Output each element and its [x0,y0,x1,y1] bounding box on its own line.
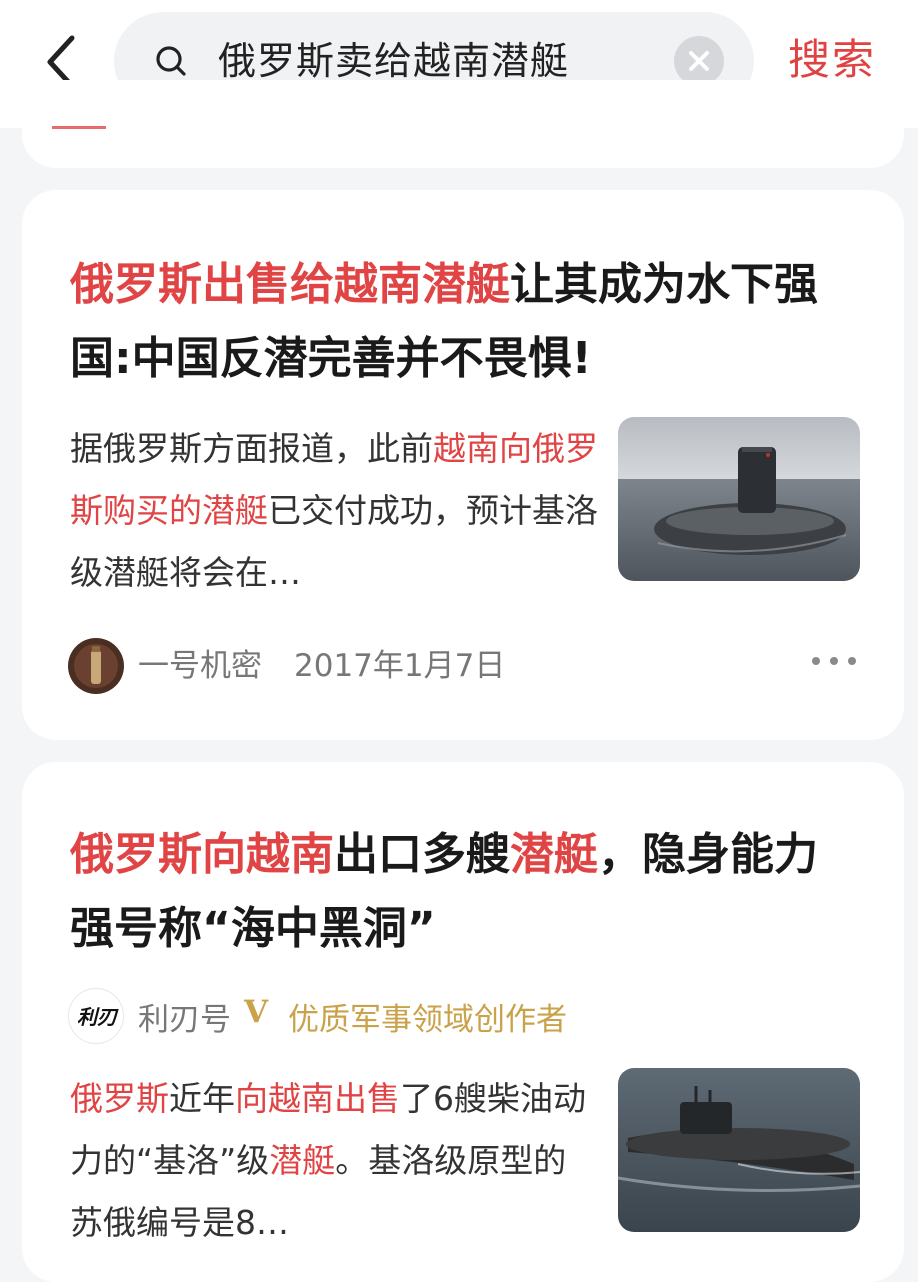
search-icon [156,46,186,76]
result-snippet: 据俄罗斯方面报道，此前越南向俄罗斯购买的潜艇已交付成功，预计基洛级潜艇将会在… [70,418,598,604]
snippet-highlight: 俄罗斯 [70,1079,169,1118]
title-highlight: 俄罗斯向越南 [70,829,334,880]
publish-date: 2017年1月7日 [294,648,506,684]
result-thumbnail[interactable] [618,1068,860,1232]
search-result-card[interactable]: 俄罗斯出售给越南潜艇让其成为水下强国:中国反潜完善并不畏惧! 据俄罗斯方面报道，… [22,190,904,740]
clear-search-button[interactable] [674,36,724,86]
submarine-photo [618,1068,860,1232]
tab-indicator [52,126,106,129]
title-text: 出口多艘 [334,829,510,880]
avatar[interactable]: 利刃 [68,988,124,1044]
more-options-button[interactable] [812,650,860,672]
close-icon [689,51,709,71]
verified-icon: V [244,994,269,1030]
result-snippet: 俄罗斯近年向越南出售了6艘柴油动力的“基洛”级潜艇。基洛级原型的苏俄编号是8… [70,1068,598,1254]
snippet-text: 据俄罗斯方面报道，此前 [70,429,433,468]
title-highlight: 俄罗斯出售给越南潜艇 [70,259,510,310]
previous-result-card [22,80,904,168]
snippet-highlight: 潜艇 [269,1141,336,1180]
author-name[interactable]: 利刃号 [138,994,231,1039]
result-thumbnail[interactable] [618,417,860,581]
submarine-photo [618,417,860,581]
author-name[interactable]: 一号机密 [138,646,262,686]
snippet-text: 近年 [169,1079,235,1118]
snippet-highlight: 向越南出售 [235,1079,400,1118]
dot-icon [848,657,856,665]
result-title[interactable]: 俄罗斯向越南出口多艘潜艇，隐身能力强号称“海中黑洞” [70,818,856,966]
search-result-card[interactable]: 俄罗斯向越南出口多艘潜艇，隐身能力强号称“海中黑洞” 利刃 利刃号 V 优质军事… [22,762,904,1282]
dot-icon [812,657,820,665]
avatar-calligraphy: 利刃 [77,1005,117,1029]
avatar[interactable] [68,638,124,694]
author-avatar-image [68,638,124,694]
author-badge: 优质军事领域创作者 [288,1002,567,1038]
result-title[interactable]: 俄罗斯出售给越南潜艇让其成为水下强国:中国反潜完善并不畏惧! [70,248,856,396]
title-highlight: 潜艇 [510,829,598,880]
dot-icon [830,657,838,665]
